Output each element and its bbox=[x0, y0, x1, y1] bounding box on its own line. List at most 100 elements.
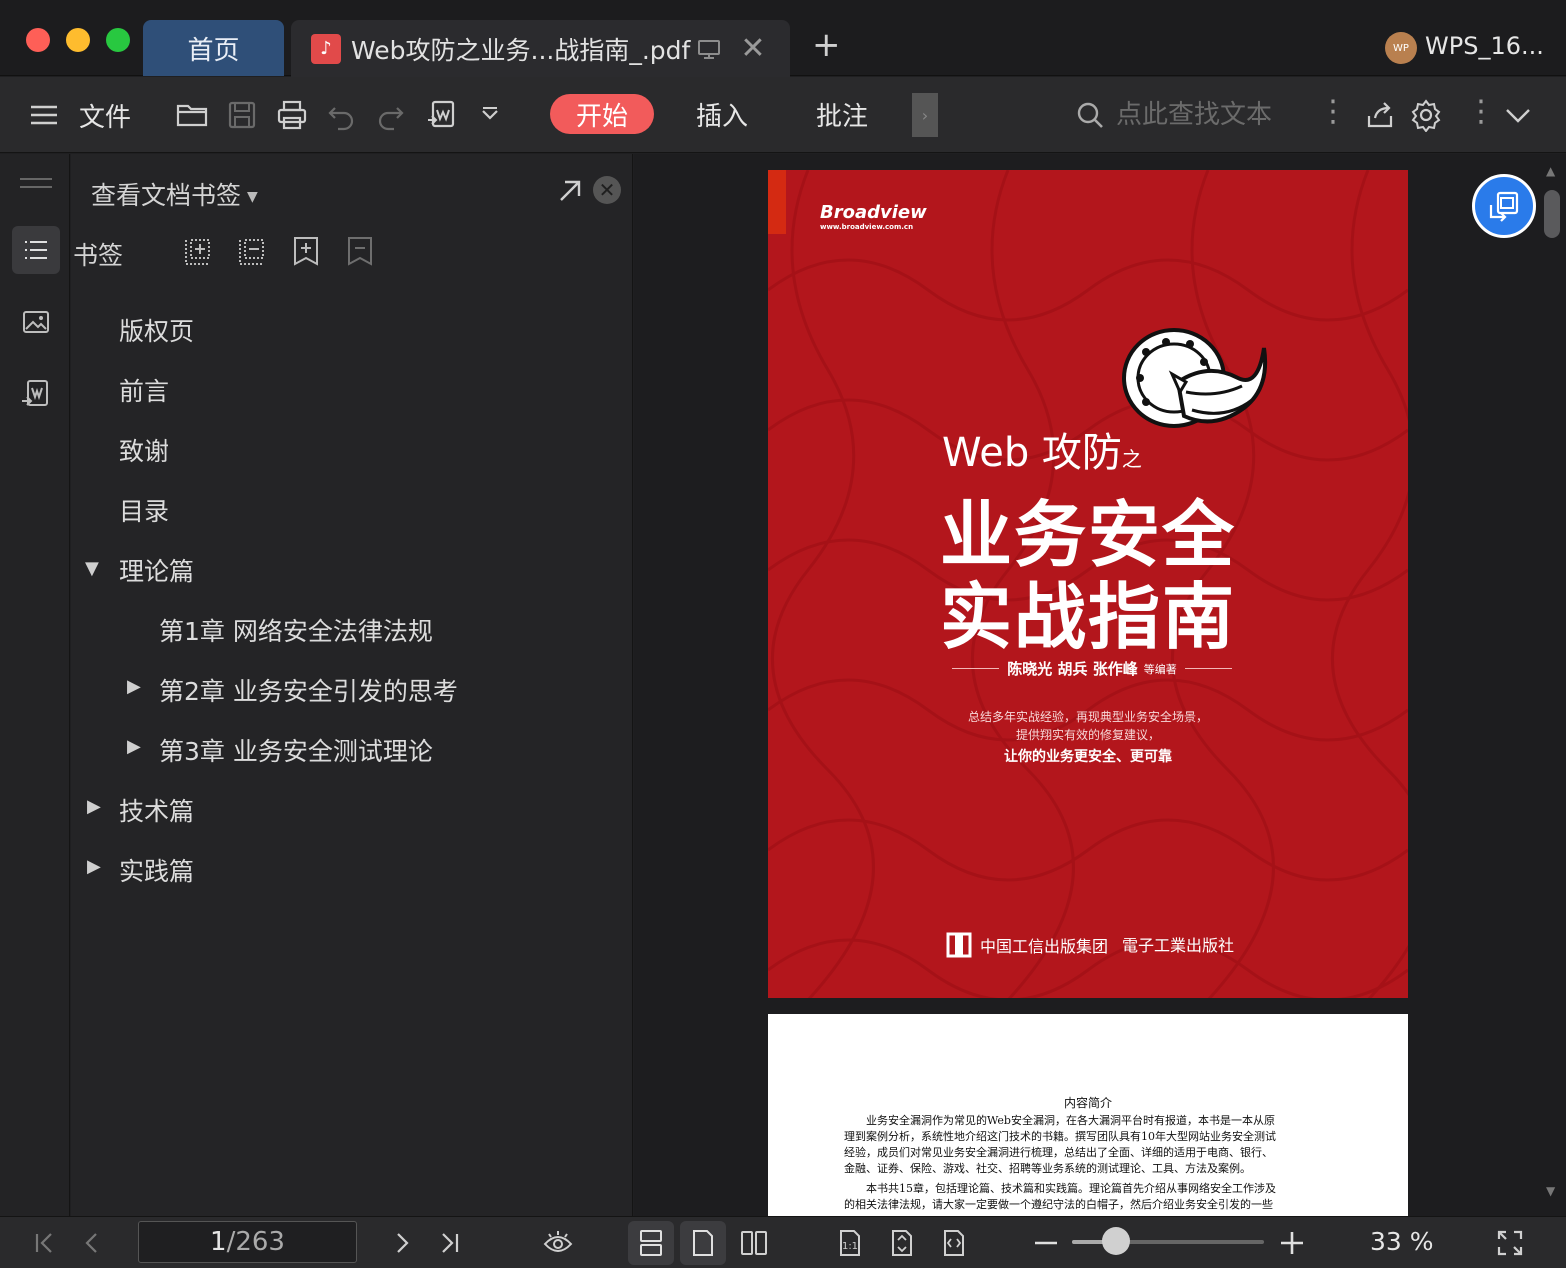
tab-document[interactable]: ♪ Web攻防之业务...战指南_.pdf ✕ bbox=[291, 20, 790, 77]
bookmark-item[interactable]: 第1章 网络安全法律法规 bbox=[159, 612, 433, 648]
bookmark-list-icon[interactable] bbox=[12, 226, 60, 274]
bookmark-item[interactable]: 目录 bbox=[119, 492, 169, 528]
window-maximize-button[interactable] bbox=[106, 28, 130, 52]
page-text-line: 本书共15章，包括理论篇、技术篇和实践篇。理论篇首先介绍从事网络安全工作涉及 bbox=[844, 1182, 1276, 1195]
ribbon-scroll-right-button[interactable]: › bbox=[912, 93, 938, 137]
page-heading: 内容简介 bbox=[1063, 1096, 1112, 1110]
collapsed-triangle-icon[interactable]: ▶ bbox=[127, 676, 141, 697]
bookmark-item[interactable]: 第3章 业务安全测试理论 bbox=[159, 732, 433, 768]
remove-bookmark-icon[interactable] bbox=[235, 234, 269, 268]
save-icon[interactable] bbox=[222, 95, 262, 135]
zoom-slider-track[interactable] bbox=[1072, 1240, 1264, 1244]
bookmark-item[interactable]: 技术篇 bbox=[119, 792, 194, 828]
toolbar: 文件 开始 插入 批注 › ⋮ ⋮ bbox=[0, 77, 1566, 153]
scroll-down-arrow[interactable]: ▼ bbox=[1546, 1184, 1555, 1198]
two-page-icon[interactable] bbox=[734, 1225, 774, 1261]
file-menu[interactable]: 文件 bbox=[79, 97, 131, 134]
open-folder-icon[interactable] bbox=[172, 95, 212, 135]
panel-title-dropdown[interactable]: 查看文档书签 ▼ bbox=[91, 176, 258, 212]
previous-page-icon[interactable] bbox=[72, 1225, 112, 1261]
bookmark-item[interactable]: 版权页 bbox=[119, 312, 194, 348]
undo-icon[interactable] bbox=[322, 95, 362, 135]
rail-collapse-handle[interactable] bbox=[20, 178, 52, 180]
eye-protection-icon[interactable] bbox=[538, 1225, 578, 1261]
convert-icon bbox=[1489, 191, 1519, 222]
document-viewer[interactable]: Broadview www.broadview.com.cn Web 攻防之 业… bbox=[634, 154, 1566, 1216]
delete-bookmark-icon[interactable] bbox=[343, 234, 377, 268]
zoom-level[interactable]: 33 % bbox=[1370, 1227, 1434, 1256]
cover-footer-right: 電子工業出版社 bbox=[1122, 936, 1235, 955]
fit-width-icon[interactable] bbox=[934, 1225, 974, 1261]
chevron-down-icon[interactable] bbox=[1498, 95, 1538, 135]
cover-tagline-1: 总结多年实战经验，再现典型业务安全场景， bbox=[967, 710, 1208, 724]
monitor-icon[interactable] bbox=[696, 36, 722, 62]
print-icon[interactable] bbox=[272, 95, 312, 135]
new-tab-button[interactable]: + bbox=[812, 28, 841, 62]
overflow-menu-icon[interactable]: ⋮ bbox=[1466, 97, 1496, 127]
add-bookmark-icon[interactable] bbox=[289, 234, 323, 268]
publisher-group-logo-icon bbox=[946, 932, 972, 958]
vertical-scrollbar-thumb[interactable] bbox=[1544, 190, 1560, 238]
settings-gear-icon[interactable] bbox=[1406, 95, 1446, 135]
bookmark-item[interactable]: 实践篇 bbox=[119, 852, 194, 888]
tab-close-icon[interactable]: ✕ bbox=[740, 33, 765, 64]
pdf-file-icon: ♪ bbox=[311, 33, 341, 64]
redo-icon[interactable] bbox=[370, 95, 410, 135]
floating-convert-button[interactable] bbox=[1472, 174, 1536, 238]
tab-annotate[interactable]: 批注 bbox=[810, 94, 874, 134]
cover-author-names: 陈晓光 胡兵 张作峰 bbox=[1007, 660, 1138, 678]
expanded-triangle-icon[interactable]: ▼ bbox=[85, 558, 99, 579]
panel-title: 查看文档书签 bbox=[91, 181, 242, 210]
window-close-button[interactable] bbox=[26, 28, 50, 52]
cover-title-line2: 实战指南 bbox=[940, 575, 1237, 659]
continuous-scroll-icon[interactable] bbox=[628, 1221, 674, 1265]
first-page-icon[interactable] bbox=[24, 1225, 64, 1261]
account-label[interactable]: WPS_16... bbox=[1425, 32, 1544, 60]
zoom-slider-handle[interactable] bbox=[1102, 1227, 1131, 1255]
zoom-in-icon[interactable] bbox=[1272, 1225, 1312, 1261]
add-child-bookmark-icon[interactable] bbox=[181, 234, 215, 268]
cover-authors: 陈晓光 胡兵 张作峰 等编著 bbox=[944, 658, 1240, 679]
tab-home[interactable]: 首页 bbox=[143, 20, 284, 76]
quick-access-dropdown-icon[interactable] bbox=[470, 95, 510, 135]
panel-close-icon[interactable]: ✕ bbox=[593, 176, 621, 204]
bookmark-item[interactable]: 致谢 bbox=[119, 432, 169, 468]
menu-icon[interactable] bbox=[24, 95, 64, 135]
collapsed-triangle-icon[interactable]: ▶ bbox=[87, 856, 101, 877]
actual-size-icon[interactable]: 1:1 bbox=[830, 1225, 870, 1261]
current-page: 1 bbox=[210, 1227, 227, 1257]
convert-document-icon[interactable] bbox=[12, 370, 60, 418]
thumbnail-icon[interactable] bbox=[12, 298, 60, 346]
book-cover-page: Broadview www.broadview.com.cn Web 攻防之 业… bbox=[768, 170, 1408, 998]
fullscreen-icon[interactable] bbox=[1490, 1225, 1530, 1261]
cover-footer-left: 中国工信出版集团 bbox=[980, 937, 1109, 956]
avatar[interactable]: WP bbox=[1385, 32, 1417, 64]
single-page-icon[interactable] bbox=[680, 1221, 726, 1265]
total-pages: /263 bbox=[226, 1227, 285, 1257]
collapsed-triangle-icon[interactable]: ▶ bbox=[127, 736, 141, 757]
last-page-icon[interactable] bbox=[430, 1225, 470, 1261]
tab-start[interactable]: 开始 bbox=[550, 94, 654, 134]
next-page-icon[interactable] bbox=[382, 1225, 422, 1261]
collapsed-triangle-icon[interactable]: ▶ bbox=[87, 796, 101, 817]
side-rail bbox=[0, 154, 70, 1216]
bookmark-item[interactable]: 前言 bbox=[119, 372, 169, 408]
pop-out-arrow-icon[interactable] bbox=[553, 174, 587, 208]
search-input[interactable] bbox=[1116, 93, 1306, 137]
scroll-up-arrow[interactable]: ▲ bbox=[1546, 164, 1555, 178]
bookmark-item[interactable]: 第2章 业务安全引发的思考 bbox=[159, 672, 458, 708]
bookmark-item[interactable]: 理论篇 bbox=[119, 552, 194, 588]
fit-page-icon[interactable] bbox=[882, 1225, 922, 1261]
more-vertical-icon[interactable]: ⋮ bbox=[1318, 97, 1348, 127]
tab-insert[interactable]: 插入 bbox=[690, 94, 754, 134]
zoom-out-icon[interactable] bbox=[1026, 1225, 1066, 1261]
document-page-2: 内容简介 业务安全漏洞作为常见的Web安全漏洞，在各大漏洞平台时有报道，本书是一… bbox=[768, 1014, 1408, 1216]
export-icon[interactable] bbox=[422, 95, 462, 135]
page-text-line: 业务安全漏洞作为常见的Web安全漏洞，在各大漏洞平台时有报道，本书是一本从原 bbox=[844, 1114, 1275, 1127]
divider bbox=[952, 668, 1000, 669]
window-minimize-button[interactable] bbox=[66, 28, 90, 52]
search-icon[interactable] bbox=[1074, 99, 1106, 131]
cover-subtitle-small: 之 bbox=[1121, 447, 1142, 471]
page-number-field[interactable]: 1/263 bbox=[138, 1221, 357, 1263]
share-icon[interactable] bbox=[1360, 95, 1400, 135]
